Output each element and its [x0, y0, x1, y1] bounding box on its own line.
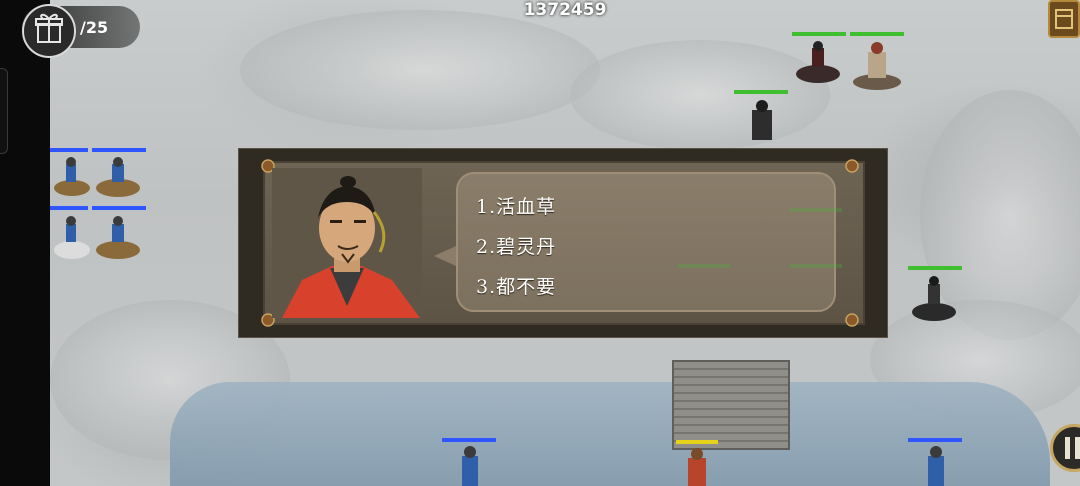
hp-bar	[676, 440, 718, 444]
hp-bar	[50, 206, 88, 210]
ally-soldier-unit[interactable]	[442, 438, 498, 486]
enemy-cavalry-unit[interactable]	[906, 266, 962, 326]
enemy-general-unit[interactable]	[848, 32, 906, 94]
menu-button[interactable]	[22, 4, 76, 58]
pause-icon	[1065, 437, 1080, 459]
enemy-unit-behind-dialog	[678, 264, 730, 314]
hp-bar	[790, 264, 842, 268]
soldier-sprite	[462, 446, 478, 486]
ally-cavalry-unit[interactable]	[50, 206, 94, 264]
gift-box-icon	[35, 13, 63, 43]
hp-bar	[678, 264, 730, 268]
ornament-corner-icon	[845, 159, 859, 173]
ally-cavalry-unit[interactable]	[90, 206, 146, 264]
hp-bar	[442, 438, 496, 442]
enemy-soldier-unit[interactable]	[734, 90, 790, 146]
hp-bar	[850, 32, 904, 36]
hp-bar	[50, 148, 88, 152]
hp-bar	[908, 266, 962, 270]
leader-unit[interactable]	[674, 440, 720, 486]
turn-count: /25	[80, 18, 109, 37]
enemy-unit-behind-dialog	[790, 264, 842, 314]
enemy-unit-behind-dialog	[790, 208, 842, 258]
pause-button[interactable]	[1050, 424, 1080, 472]
choice-option-3[interactable]: 3.都不要	[476, 272, 556, 299]
ornament-corner-icon	[845, 313, 859, 327]
speech-bubble-tail	[434, 246, 456, 266]
soldier-sprite	[752, 100, 772, 140]
soldier-sprite	[928, 446, 944, 486]
hp-bar	[792, 32, 846, 36]
leader-sprite	[688, 448, 706, 486]
choice-option-1[interactable]: 1.活血草	[476, 192, 556, 219]
general-sprite	[853, 42, 901, 90]
hp-bar	[790, 208, 842, 212]
hp-bar	[908, 438, 962, 442]
panel-button[interactable]	[1048, 0, 1080, 38]
ally-cavalry-unit[interactable]	[90, 148, 146, 202]
cavalry-sprite	[796, 41, 840, 83]
wooden-bridge	[672, 360, 790, 450]
cavalry-sprite	[96, 157, 140, 197]
hp-bar	[734, 90, 788, 94]
game-screen: /25 1372459 1.活血草 2.碧灵丹 3.都不要	[0, 0, 1080, 486]
panel-icon	[1055, 9, 1073, 29]
hp-bar	[92, 148, 146, 152]
choice-option-2[interactable]: 2.碧灵丹	[476, 232, 556, 259]
enemy-cavalry-unit[interactable]	[790, 32, 846, 90]
side-drawer-handle[interactable]	[0, 68, 8, 154]
cavalry-sprite	[54, 216, 90, 259]
speaker-portrait	[272, 168, 422, 318]
ally-cavalry-unit[interactable]	[50, 148, 94, 202]
cavalry-sprite	[96, 216, 140, 259]
hp-bar	[92, 206, 146, 210]
snow-mountain	[240, 10, 600, 130]
cavalry-sprite	[912, 276, 956, 321]
ally-soldier-unit[interactable]	[908, 438, 964, 486]
score-display: 1372459	[523, 0, 607, 20]
cavalry-sprite	[54, 157, 90, 196]
male-official-portrait	[272, 168, 422, 318]
